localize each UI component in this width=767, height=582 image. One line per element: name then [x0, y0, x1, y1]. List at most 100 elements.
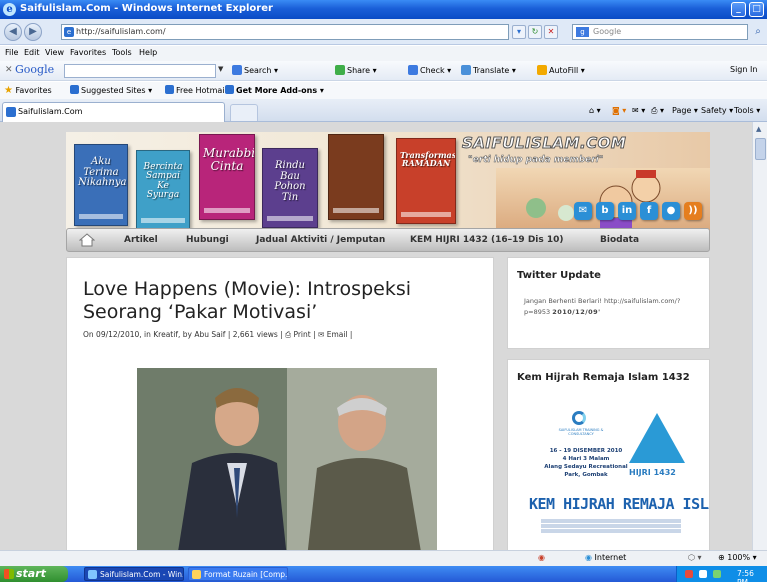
email-icon[interactable]: ✉: [318, 330, 324, 339]
print-link[interactable]: Print: [293, 330, 310, 339]
nav-jadual[interactable]: Jadual Aktiviti / Jemputan: [256, 235, 385, 245]
print-icon[interactable]: ⎙: [285, 330, 291, 339]
book-cover[interactable]: Aku Terima Nikahnya: [74, 144, 128, 226]
task-format-window[interactable]: Format Ruzain [Comp...: [188, 567, 288, 581]
toolbar-autofill-button[interactable]: AutoFill ▾: [537, 65, 585, 75]
minimize-button[interactable]: _: [731, 2, 746, 17]
url-input[interactable]: e http://saifulislam.com/: [61, 24, 509, 40]
ie-logo-icon: e: [3, 3, 16, 16]
chat-icon[interactable]: ●: [662, 202, 680, 220]
scroll-up-icon[interactable]: ▲: [756, 125, 761, 133]
tray-icon[interactable]: [685, 570, 693, 578]
poster-dates: 16 - 19 DISEMBER 2010 4 Hari 3 Malam Ala…: [544, 448, 628, 478]
post-title[interactable]: Love Happens (Movie): Introspeksi Seoran…: [83, 278, 483, 324]
feeds-icon[interactable]: ◙ ▾: [612, 106, 626, 115]
main-nav: Artikel Hubungi Jadual Aktiviti / Jemput…: [66, 228, 710, 252]
book-cover[interactable]: [328, 134, 384, 220]
toolbar-search-button[interactable]: Search ▾: [232, 65, 278, 75]
menu-help[interactable]: Help: [139, 48, 157, 57]
site-header: Aku Terima Nikahnya Bercinta Sampai Ke S…: [66, 132, 710, 236]
toolbar-check-button[interactable]: Check ▾: [408, 65, 451, 75]
tab-saifulislam[interactable]: Saifulislam.Com: [2, 102, 225, 122]
page-favicon-icon: e: [64, 27, 74, 37]
site-logo[interactable]: SAIFULISLAM.COM: [461, 134, 626, 153]
kem-poster-image[interactable]: SAIFULISLAM TRAINING & CONSULTANCY 16 - …: [521, 405, 709, 550]
window-titlebar: e Saifulislam.Com - Windows Internet Exp…: [0, 0, 767, 19]
home-icon[interactable]: ⌂ ▾: [589, 106, 601, 115]
page-icon: [165, 85, 174, 94]
forward-button[interactable]: ▶: [24, 23, 42, 41]
windows-logo-icon: [4, 569, 14, 579]
search-icon[interactable]: ⌕: [751, 25, 765, 39]
kem-title: Kem Hijrah Remaja Islam 1432: [517, 372, 690, 383]
system-tray: 7:56 PM: [676, 566, 767, 582]
close-toolbar-icon[interactable]: ✕: [5, 65, 13, 75]
fav-get-addons[interactable]: Get More Add-ons ▾: [225, 85, 324, 95]
email-link[interactable]: Email: [327, 330, 348, 339]
tweet-text[interactable]: Jangan Berhenti Berlari! http://saifulis…: [524, 297, 680, 316]
start-button[interactable]: start: [0, 566, 68, 582]
toolbar-share-button[interactable]: Share ▾: [335, 65, 377, 75]
tray-icon[interactable]: [699, 570, 707, 578]
task-ie-window[interactable]: Saifulislam.Com - Win...: [84, 567, 184, 581]
internet-zone: ◉ Internet: [585, 553, 627, 562]
mail-icon[interactable]: ✉ ▾: [632, 106, 645, 115]
menu-favorites[interactable]: Favorites: [70, 48, 106, 57]
globe-icon: ◉: [585, 553, 592, 562]
fav-free-hotmail[interactable]: Free Hotmail: [165, 85, 227, 95]
tweet: Jangan Berhenti Berlari! http://saifulis…: [524, 296, 704, 318]
menu-view[interactable]: View: [45, 48, 64, 57]
tools-menu[interactable]: Tools ▾: [734, 106, 760, 115]
menu-file[interactable]: File: [5, 48, 18, 57]
search-input[interactable]: g Google: [572, 24, 748, 40]
book-cover[interactable]: Bercinta Sampai Ke Syurga: [136, 150, 190, 230]
nav-biodata[interactable]: Biodata: [600, 235, 639, 245]
nav-artikel[interactable]: Artikel: [124, 235, 158, 245]
search-placeholder: Google: [593, 27, 622, 36]
favorites-button[interactable]: ★ Favorites: [4, 85, 52, 96]
menu-edit[interactable]: Edit: [24, 48, 40, 57]
scroll-thumb[interactable]: [755, 138, 766, 160]
back-button[interactable]: ◀: [4, 23, 22, 41]
page-menu[interactable]: Page ▾: [672, 106, 698, 115]
stop-icon[interactable]: ✕: [544, 25, 558, 39]
page-favicon-icon: [6, 107, 16, 117]
vertical-scrollbar[interactable]: ▲: [752, 122, 767, 550]
linkedin-icon[interactable]: in: [618, 202, 636, 220]
org-logo-icon: [572, 411, 586, 425]
maximize-button[interactable]: □: [749, 2, 764, 17]
nav-hubungi[interactable]: Hubungi: [186, 235, 229, 245]
sign-in-link[interactable]: Sign In: [730, 65, 757, 74]
email-icon[interactable]: ✉: [574, 202, 592, 220]
twitter-title: Twitter Update: [517, 270, 601, 281]
translate-icon: [461, 65, 471, 75]
security-icon[interactable]: ◉: [538, 553, 545, 562]
fav-suggested-sites[interactable]: Suggested Sites ▾: [70, 85, 152, 95]
refresh-icon[interactable]: ↻: [528, 25, 542, 39]
rss-icon[interactable]: )): [684, 202, 702, 220]
google-search-input[interactable]: [64, 64, 216, 78]
book-cover[interactable]: Rindu Bau Pohon Tin: [262, 148, 318, 228]
book-cover[interactable]: Murabbi Cinta: [199, 134, 255, 220]
chevron-down-icon[interactable]: ▼: [218, 65, 223, 73]
protected-mode-icon[interactable]: ⬡ ▾: [688, 553, 702, 562]
book-cover[interactable]: Transformasi RAMADAN: [396, 138, 456, 224]
toolbar-translate-button[interactable]: Translate ▾: [461, 65, 516, 75]
hijri-shape-icon: [629, 413, 685, 463]
safety-menu[interactable]: Safety ▾: [701, 106, 733, 115]
blog-icon[interactable]: b: [596, 202, 614, 220]
home-icon[interactable]: [79, 233, 95, 247]
new-tab-button[interactable]: [230, 104, 258, 121]
nav-kem-hijri[interactable]: KEM HIJRI 1432 (16–19 Dis 10): [410, 235, 564, 245]
spellcheck-icon: [408, 65, 418, 75]
compatibility-icon[interactable]: ▾: [512, 25, 526, 39]
page-icon: [70, 85, 79, 94]
twitter-widget: Twitter Update Jangan Berhenti Berlari! …: [507, 257, 710, 349]
facebook-icon[interactable]: f: [640, 202, 658, 220]
post-image[interactable]: [137, 368, 437, 550]
network-icon[interactable]: [713, 570, 721, 578]
post-meta: On 09/12/2010, in Kreatif, by Abu Saif |…: [83, 330, 353, 339]
print-icon[interactable]: ⎙ ▾: [651, 106, 664, 116]
menu-tools[interactable]: Tools: [112, 48, 132, 57]
zoom-control[interactable]: ⊕ 100% ▾: [718, 553, 757, 562]
